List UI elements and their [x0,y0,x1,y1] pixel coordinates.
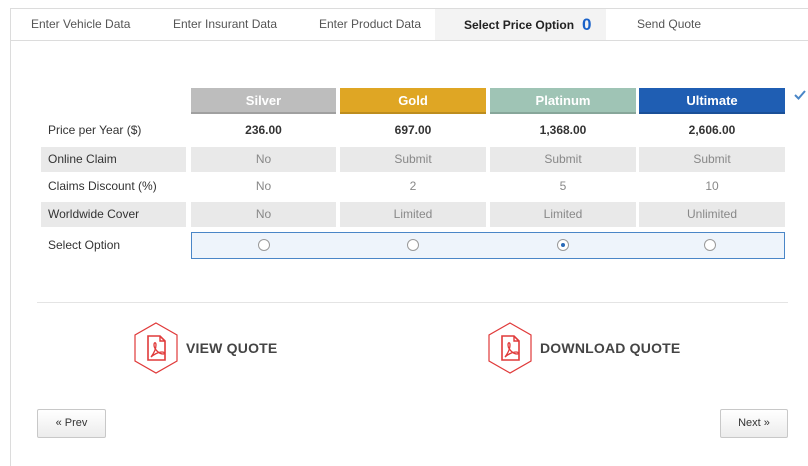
row-label-worldwide-cover: Worldwide Cover [41,202,186,227]
plan-header-ultimate: Ultimate [639,88,785,114]
worldwide-cover-gold: Limited [340,202,486,227]
plan-header-silver: Silver [191,88,336,114]
online-claim-gold: Submit [340,147,486,172]
radio-platinum[interactable] [557,239,569,251]
tab-label: Select Price Option [464,18,575,32]
view-quote-label: VIEW QUOTE [186,340,278,356]
price-silver: 236.00 [245,123,282,137]
claims-discount-ultimate: 10 [705,179,719,193]
select-option-group [191,232,785,259]
worldwide-cover-platinum: Limited [490,202,636,227]
tab-label: Enter Product Data [319,17,422,31]
view-quote-button[interactable]: VIEW QUOTE [133,322,293,374]
claims-discount-gold: 2 [409,179,417,193]
plan-header-platinum: Platinum [490,88,636,114]
tab-label: Send Quote [637,17,702,31]
tab-label: Enter Insurant Data [173,17,278,31]
tab-enter-insurant-data[interactable]: Enter Insurant Data [173,9,277,40]
price-ultimate: 2,606.00 [688,123,736,137]
row-label-select-option: Select Option [48,238,121,252]
download-quote-label: DOWNLOAD QUOTE [540,340,681,356]
tab-count-badge: 0 [582,15,592,34]
worldwide-cover-ultimate: Unlimited [639,202,785,227]
pdf-icon [134,322,178,374]
tab-label: Enter Vehicle Data [31,17,131,31]
tab-send-quote[interactable]: Send Quote [637,9,701,40]
row-label-price: Price per Year ($) [48,123,142,137]
radio-gold[interactable] [407,239,419,251]
price-gold: 697.00 [394,123,432,137]
claims-discount-platinum: 5 [559,179,567,193]
tab-select-price-option[interactable]: Select Price Option 0 [435,9,606,40]
download-quote-button[interactable]: DOWNLOAD QUOTE [487,322,687,374]
divider [37,302,788,303]
row-label-claims-discount: Claims Discount (%) [48,179,157,193]
worldwide-cover-silver: No [191,202,336,227]
tab-enter-vehicle-data[interactable]: Enter Vehicle Data [31,9,130,40]
check-icon [794,90,806,100]
online-claim-platinum: Submit [490,147,636,172]
online-claim-ultimate: Submit [639,147,785,172]
plan-header-gold: Gold [340,88,486,114]
radio-ultimate[interactable] [704,239,716,251]
next-button[interactable]: Next » [720,409,788,438]
wizard-tabs: Enter Vehicle Data Enter Insurant Data E… [10,8,808,41]
pdf-icon [488,322,532,374]
price-platinum: 1,368.00 [539,123,587,137]
tab-enter-product-data[interactable]: Enter Product Data [319,9,421,40]
online-claim-silver: No [191,147,336,172]
row-label-online-claim: Online Claim [41,147,186,172]
claims-discount-silver: No [255,179,272,193]
radio-silver[interactable] [258,239,270,251]
prev-button[interactable]: « Prev [37,409,106,438]
